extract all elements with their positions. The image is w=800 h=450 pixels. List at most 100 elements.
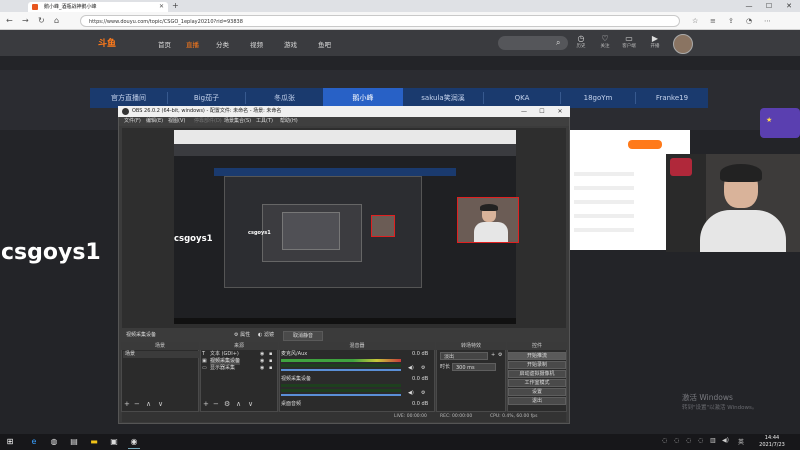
move-up-icon[interactable]: ∧ [146,400,151,408]
ime-icon[interactable]: 英 [738,437,744,446]
obs-taskbar-icon[interactable]: ◉ [128,436,140,449]
lock-icon[interactable]: ▪ [269,365,272,372]
transition-settings-icon[interactable]: ⚙ [498,352,502,359]
add-scene-button[interactable]: + [124,400,130,408]
app-icon[interactable]: ▣ [108,436,120,448]
tray-icon[interactable]: ◌ [698,437,703,444]
start-recording-button[interactable]: 开始录制 [508,361,566,369]
client-button[interactable]: ▭ 客户端 [616,34,642,49]
remove-scene-button[interactable]: − [134,400,140,408]
speaker-icon[interactable]: ◀) [408,365,414,372]
back-icon[interactable]: ← [6,12,13,30]
search-icon[interactable]: ⌕ [556,38,560,48]
start-streaming-button[interactable]: 开始推流 [508,352,566,360]
visibility-eye-icon[interactable]: ◉ [260,358,264,365]
follow-button[interactable]: ♡ 关注 [592,34,618,49]
folder-icon[interactable]: ▬ [88,436,100,448]
add-source-button[interactable]: + [203,400,209,408]
source-item[interactable]: 显示器采集 [210,365,235,372]
streamer-tab[interactable]: 冬瓜张 [246,88,323,108]
tray-icon[interactable]: ◌ [662,437,667,444]
add-transition-button[interactable]: + [491,352,495,359]
streamer-tab[interactable]: QKA [484,88,560,108]
menu-tools[interactable]: 工具(T) [256,117,273,126]
streamer-tab[interactable]: Franke19 [636,88,708,108]
address-input[interactable]: https://www.douyu.com/topic/CSGO_1eplay2… [80,15,680,27]
menu-view[interactable]: 视图(V) [168,117,185,126]
streamer-tab[interactable]: sakula笑润溪 [403,88,483,108]
home-icon[interactable]: ⌂ [54,12,59,30]
streamer-tab[interactable]: 18goYm [561,88,635,108]
edge-icon[interactable]: e [28,436,40,448]
move-down-icon[interactable]: ∨ [158,400,163,408]
reading-list-icon[interactable]: ≡ [710,12,716,30]
scene-item[interactable]: 场景 [123,351,199,358]
minimize-window-button[interactable]: — [740,0,758,12]
virtual-camera-button[interactable]: 启动虚拟摄像机 [508,370,566,378]
close-tab-icon[interactable]: ✕ [159,2,164,12]
move-down-icon[interactable]: ∨ [248,400,253,408]
streamer-tab-active[interactable]: 鹅小峰 [323,88,403,108]
history-button[interactable]: ◷ 历史 [568,34,594,49]
streamer-tab[interactable]: Big茄子 [168,88,245,108]
gear-icon[interactable]: ⚙ [421,390,425,397]
unmute-button[interactable]: 取消静音 [283,331,323,341]
nav-video[interactable]: 视频 [250,39,263,49]
site-logo[interactable]: 斗鱼 [98,36,116,49]
exit-button[interactable]: 退出 [508,397,566,405]
volume-slider[interactable] [281,394,401,396]
app-icon[interactable]: ▤ [68,436,80,448]
source-item-selected[interactable]: 视频采集设备 [210,358,241,365]
maximize-window-button[interactable]: ☐ [760,0,778,12]
transition-select[interactable]: 淡出 [440,352,488,360]
account-icon[interactable]: ◔ [746,12,752,30]
source-item[interactable]: 文本 (GDI+) [210,351,239,358]
nav-game[interactable]: 游戏 [284,39,297,49]
filters-button[interactable]: ◐ 滤镜 [258,330,274,340]
promo-banner[interactable]: ★ [760,108,800,138]
avatar[interactable] [673,34,693,54]
menu-docks[interactable]: 停靠部件(D) [194,117,222,126]
start-icon[interactable]: ⊞ [4,436,16,448]
nav-live[interactable]: 直播 [186,39,199,49]
start-broadcast-button[interactable]: ▶ 开播 [642,34,668,49]
menu-help[interactable]: 帮助(H) [280,117,298,126]
nav-category[interactable]: 分类 [216,39,229,49]
refresh-icon[interactable]: ↻ [38,12,45,30]
obs-minimize-button[interactable]: — [516,106,532,117]
network-icon[interactable]: ▥ [710,437,716,444]
visibility-eye-icon[interactable]: ◉ [260,351,264,358]
menu-file[interactable]: 文件(F) [124,117,141,126]
close-window-button[interactable]: ✕ [780,0,798,12]
browser-tab[interactable]: 鹅小峰_酒瓶战神鹅小峰 ✕ [28,2,168,12]
share-icon[interactable]: ⇪ [728,12,734,30]
more-icon[interactable]: ⋯ [764,12,771,30]
speaker-icon[interactable]: ◀) [408,390,414,397]
forward-icon[interactable]: → [22,12,29,30]
lock-icon[interactable]: ▪ [269,351,272,358]
properties-button[interactable]: ⚙ 属性 [234,330,250,340]
taskbar-clock[interactable]: 14:44 2021/7/23 [752,435,792,449]
remove-source-button[interactable]: − [213,400,219,408]
menu-scene-collection[interactable]: 场景集合(S) [224,117,251,126]
visibility-eye-icon[interactable]: ◉ [260,365,264,372]
obs-maximize-button[interactable]: ☐ [534,106,550,117]
streamer-tab[interactable]: 官方直播间 [90,88,167,108]
tray-icon[interactable]: ◌ [674,437,679,444]
gear-icon[interactable]: ⚙ [421,365,425,372]
new-tab-button[interactable]: + [172,1,179,10]
pk-badge[interactable] [628,140,662,149]
obs-close-button[interactable]: ✕ [552,106,568,117]
volume-slider[interactable] [281,369,401,371]
tray-icon[interactable]: ◌ [686,437,691,444]
nav-fishbar[interactable]: 鱼吧 [318,39,331,49]
lock-icon[interactable]: ▪ [269,358,272,365]
volume-icon[interactable]: ◀) [722,437,729,444]
favorites-icon[interactable]: ☆ [692,12,698,30]
studio-mode-button[interactable]: 工作室模式 [508,379,566,387]
webcam-source-selection[interactable] [457,197,519,243]
duration-input[interactable]: 300 ms [452,363,496,371]
source-settings-icon[interactable]: ⚙ [224,400,230,408]
steam-icon[interactable]: ◍ [48,436,60,448]
nav-home[interactable]: 首页 [158,39,171,49]
